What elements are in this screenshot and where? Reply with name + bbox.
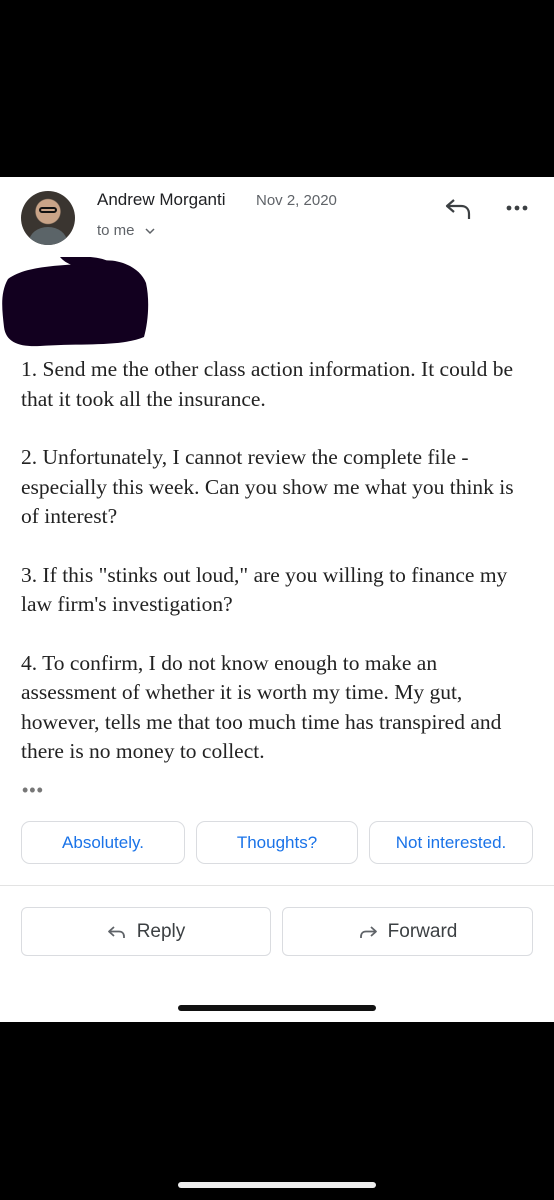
avatar-glasses bbox=[39, 207, 57, 213]
reply-label: Reply bbox=[136, 920, 186, 942]
smart-reply-absolutely[interactable]: Absolutely. bbox=[21, 821, 185, 864]
redaction-mark bbox=[2, 257, 149, 347]
body-paragraph: 2. Unfortunately, I cannot review the co… bbox=[21, 445, 514, 528]
body-paragraph: 4. To confirm, I do not know enough to m… bbox=[21, 650, 502, 764]
show-trimmed-content-button[interactable]: ••• bbox=[22, 781, 44, 799]
email-view: Andrew Morganti Nov 2, 2020 to me 1. Sen… bbox=[0, 177, 554, 1022]
forward-arrow-icon bbox=[359, 925, 377, 938]
recipient-details-toggle[interactable]: to me bbox=[97, 222, 155, 239]
avatar[interactable] bbox=[21, 191, 75, 245]
reply-arrow-icon bbox=[107, 925, 125, 938]
smart-reply-not-interested[interactable]: Not interested. bbox=[369, 821, 533, 864]
email-body: 1. Send me the other class action inform… bbox=[21, 355, 536, 796]
sender-name[interactable]: Andrew Morganti bbox=[97, 190, 226, 210]
reply-icon[interactable] bbox=[443, 195, 473, 221]
forward-button[interactable]: Forward bbox=[282, 907, 533, 956]
body-paragraph: 1. Send me the other class action inform… bbox=[21, 357, 513, 411]
forward-label: Forward bbox=[387, 920, 458, 942]
recipient-label: to me bbox=[97, 222, 135, 239]
divider bbox=[0, 885, 554, 886]
more-vert-icon[interactable] bbox=[500, 195, 534, 221]
avatar-shirt bbox=[29, 227, 67, 245]
smart-reply-thoughts[interactable]: Thoughts? bbox=[196, 821, 358, 864]
reply-button[interactable]: Reply bbox=[21, 907, 271, 956]
body-paragraph: 3. If this "stinks out loud," are you wi… bbox=[21, 562, 508, 617]
home-indicator-outer bbox=[178, 1182, 376, 1188]
email-date: Nov 2, 2020 bbox=[256, 192, 337, 209]
chevron-down-icon bbox=[145, 228, 155, 235]
home-indicator[interactable] bbox=[178, 1005, 376, 1011]
